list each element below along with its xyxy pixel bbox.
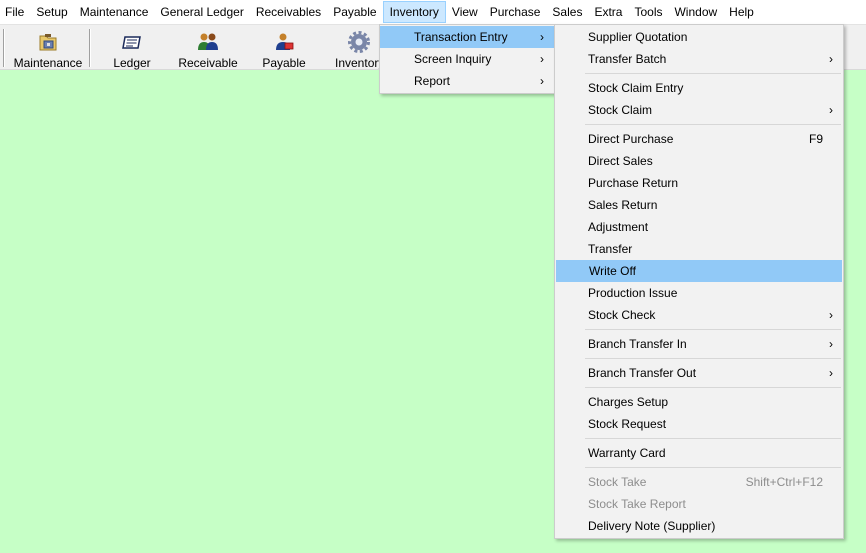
- menu-item-stock-claim[interactable]: Stock Claim ›: [555, 99, 843, 121]
- maintenance-button[interactable]: Maintenance: [9, 27, 87, 70]
- menu-item-stock-request[interactable]: Stock Request: [555, 413, 843, 435]
- menu-separator: [555, 70, 843, 77]
- menu-separator: [555, 435, 843, 442]
- menu-item-branch-transfer-in[interactable]: Branch Transfer In ›: [555, 333, 843, 355]
- menu-item-label: Branch Transfer In: [588, 337, 687, 351]
- menu-inventory[interactable]: Inventory: [382, 1, 446, 23]
- ledger-label: Ledger: [113, 56, 151, 70]
- menu-file[interactable]: File: [0, 1, 30, 23]
- menu-extra[interactable]: Extra: [588, 1, 628, 23]
- inventory-dropdown-menu: Transaction Entry › Screen Inquiry › Rep…: [379, 24, 555, 94]
- menu-item-shortcut: F9: [808, 132, 823, 146]
- chevron-right-icon: ›: [829, 103, 833, 117]
- maintenance-label: Maintenance: [13, 56, 83, 70]
- menu-item-label: Purchase Return: [588, 176, 679, 190]
- menu-help[interactable]: Help: [723, 1, 760, 23]
- menu-item-stock-take[interactable]: Stock Take Shift+Ctrl+F12: [555, 471, 843, 493]
- menu-item-label: Screen Inquiry: [414, 52, 492, 66]
- menu-separator: [555, 355, 843, 362]
- menu-item-transfer-batch[interactable]: Transfer Batch ›: [555, 48, 843, 70]
- menu-item-label: Branch Transfer Out: [588, 366, 697, 380]
- menu-item-adjustment[interactable]: Adjustment: [555, 216, 843, 238]
- menu-item-direct-sales[interactable]: Direct Sales: [555, 150, 843, 172]
- menu-item-supplier-quotation[interactable]: Supplier Quotation: [555, 26, 843, 48]
- menu-item-transfer[interactable]: Transfer: [555, 238, 843, 260]
- menu-separator: [555, 464, 843, 471]
- toolbar-grip[interactable]: [3, 29, 5, 67]
- menu-sales[interactable]: Sales: [546, 1, 588, 23]
- menu-view[interactable]: View: [446, 1, 484, 23]
- menu-item-purchase-return[interactable]: Purchase Return: [555, 172, 843, 194]
- menu-item-label: Charges Setup: [588, 395, 669, 409]
- menu-separator: [555, 326, 843, 333]
- receivable-button[interactable]: Receivable: [176, 27, 240, 70]
- menu-item-label: Report: [414, 74, 451, 88]
- menu-item-sales-return[interactable]: Sales Return: [555, 194, 843, 216]
- ledger-button[interactable]: Ledger: [104, 27, 160, 70]
- receivable-label: Receivable: [178, 56, 238, 70]
- chevron-right-icon: ›: [540, 74, 544, 88]
- menu-item-label: Stock Take: [588, 475, 647, 489]
- menu-item-label: Stock Check: [588, 308, 656, 322]
- toolbar-separator: [89, 29, 91, 67]
- menu-item-write-off[interactable]: Write Off: [556, 260, 842, 282]
- menu-item-label: Adjustment: [588, 220, 649, 234]
- chevron-right-icon: ›: [540, 52, 544, 66]
- menu-item-label: Transfer Batch: [588, 52, 667, 66]
- menu-item-stock-take-report[interactable]: Stock Take Report: [555, 493, 843, 515]
- folder-toolbox-icon: [39, 34, 57, 51]
- payable-label: Payable: [262, 56, 306, 70]
- gear-icon: [348, 31, 370, 53]
- menu-item-label: Sales Return: [588, 198, 658, 212]
- menu-item-label: Transaction Entry: [414, 30, 508, 44]
- menu-item-shortcut: Shift+Ctrl+F12: [745, 475, 823, 489]
- menu-item-branch-transfer-out[interactable]: Branch Transfer Out ›: [555, 362, 843, 384]
- menu-item-label: Stock Claim Entry: [588, 81, 684, 95]
- menu-item-production-issue[interactable]: Production Issue: [555, 282, 843, 304]
- ledger-book-icon: [122, 36, 141, 49]
- payable-button[interactable]: Payable: [258, 27, 310, 70]
- menu-item-label: Warranty Card: [588, 446, 666, 460]
- people-group-icon: [198, 33, 218, 50]
- menu-item-warranty-card[interactable]: Warranty Card: [555, 442, 843, 464]
- menu-window[interactable]: Window: [668, 1, 723, 23]
- chevron-right-icon: ›: [829, 52, 833, 66]
- transaction-entry-submenu: Supplier Quotation Transfer Batch › Stoc…: [554, 24, 844, 539]
- menu-item-label: Write Off: [589, 264, 636, 278]
- menu-item-label: Supplier Quotation: [588, 30, 688, 44]
- menu-maintenance[interactable]: Maintenance: [74, 1, 155, 23]
- menu-setup[interactable]: Setup: [30, 1, 73, 23]
- menu-bar: File Setup Maintenance General Ledger Re…: [0, 0, 866, 24]
- menu-item-label: Production Issue: [588, 286, 678, 300]
- menu-item-charges-setup[interactable]: Charges Setup: [555, 391, 843, 413]
- menu-item-screen-inquiry[interactable]: Screen Inquiry ›: [380, 48, 554, 70]
- menu-item-label: Stock Claim: [588, 103, 653, 117]
- person-money-icon: [276, 33, 294, 50]
- menu-general-ledger[interactable]: General Ledger: [154, 1, 249, 23]
- chevron-right-icon: ›: [829, 337, 833, 351]
- menu-item-delivery-note-supplier[interactable]: Delivery Note (Supplier): [555, 515, 843, 537]
- menu-receivables[interactable]: Receivables: [250, 1, 327, 23]
- menu-tools[interactable]: Tools: [628, 1, 668, 23]
- menu-separator: [555, 384, 843, 391]
- menu-item-stock-check[interactable]: Stock Check ›: [555, 304, 843, 326]
- menu-purchase[interactable]: Purchase: [484, 1, 547, 23]
- menu-payable[interactable]: Payable: [327, 1, 382, 23]
- chevron-right-icon: ›: [829, 366, 833, 380]
- menu-item-report[interactable]: Report ›: [380, 70, 554, 92]
- menu-item-label: Direct Purchase: [588, 132, 674, 146]
- menu-separator: [555, 121, 843, 128]
- menu-item-label: Stock Request: [588, 417, 667, 431]
- menu-item-transaction-entry[interactable]: Transaction Entry ›: [380, 26, 554, 48]
- chevron-right-icon: ›: [829, 308, 833, 322]
- menu-item-label: Direct Sales: [588, 154, 653, 168]
- chevron-right-icon: ›: [540, 30, 544, 44]
- menu-item-stock-claim-entry[interactable]: Stock Claim Entry: [555, 77, 843, 99]
- menu-item-label: Transfer: [588, 242, 633, 256]
- menu-item-label: Delivery Note (Supplier): [588, 519, 716, 533]
- menu-item-direct-purchase[interactable]: Direct Purchase F9: [555, 128, 843, 150]
- menu-item-label: Stock Take Report: [588, 497, 686, 511]
